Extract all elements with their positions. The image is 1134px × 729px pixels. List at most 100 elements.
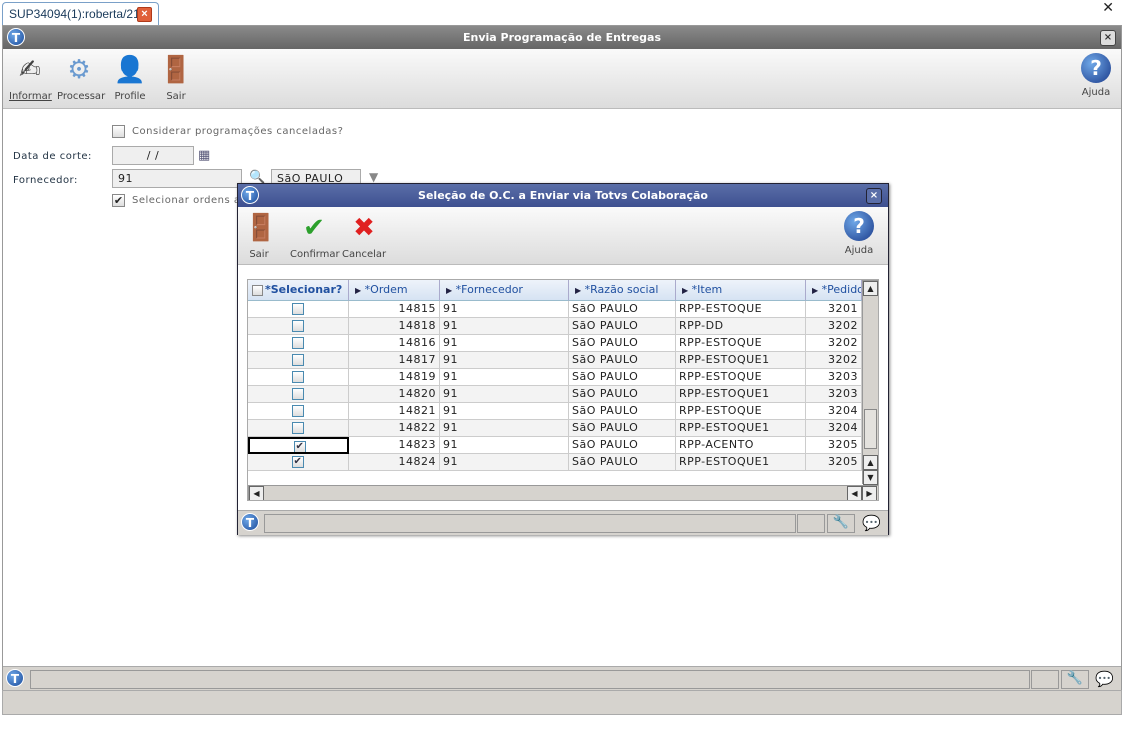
select-cell[interactable] [248, 420, 349, 437]
cell-ordem[interactable]: 14823 [349, 437, 440, 454]
select-cell[interactable] [248, 318, 349, 335]
cell-item[interactable]: RPP-ESTOQUE [676, 335, 806, 352]
cell-razao[interactable]: SãO PAULO [569, 352, 676, 369]
cell-razao[interactable]: SãO PAULO [569, 301, 676, 318]
select-cell[interactable]: ✔ [248, 437, 349, 454]
cell-ordem[interactable]: 14821 [349, 403, 440, 420]
cell-pedido[interactable]: 3203 [806, 386, 862, 403]
scroll-down-arrow[interactable]: ▼ [863, 470, 878, 485]
cell-item[interactable]: RPP-DD [676, 318, 806, 335]
cell-item[interactable]: RPP-ESTOQUE [676, 403, 806, 420]
cell-razao[interactable]: SãO PAULO [569, 318, 676, 335]
cell-pedido[interactable]: 3205 [806, 454, 862, 471]
cell-forn[interactable]: 91 [440, 454, 569, 471]
cell-ordem[interactable]: 14822 [349, 420, 440, 437]
tools-keyboard-icon[interactable]: 🔧 [827, 514, 855, 533]
dialog-close-button[interactable]: × [866, 188, 882, 204]
table-row[interactable]: 14819 91 SãO PAULO RPP-ESTOQUE 3203 [248, 369, 862, 386]
cell-razao[interactable]: SãO PAULO [569, 437, 676, 454]
row-select-checkbox[interactable] [292, 422, 304, 434]
row-select-checkbox[interactable]: ✔ [292, 456, 304, 468]
cell-pedido[interactable]: 3202 [806, 352, 862, 369]
table-row[interactable]: 14821 91 SãO PAULO RPP-ESTOQUE 3204 [248, 403, 862, 420]
row-select-checkbox[interactable] [292, 303, 304, 315]
select-cell[interactable] [248, 301, 349, 318]
table-row[interactable]: ✔ 14823 91 SãO PAULO RPP-ACENTO 3205 [248, 437, 862, 454]
column-header-item[interactable]: ▶ *Item [676, 280, 806, 301]
cell-forn[interactable]: 91 [440, 403, 569, 420]
cell-ordem[interactable]: 14816 [349, 335, 440, 352]
cell-ordem[interactable]: 14815 [349, 301, 440, 318]
row-select-checkbox[interactable] [292, 371, 304, 383]
help-button[interactable]: ? Ajuda [1079, 53, 1113, 98]
cell-razao[interactable]: SãO PAULO [569, 369, 676, 386]
select-orders-checkbox[interactable]: ✔ [112, 194, 125, 207]
calendar-icon[interactable]: ▦ [198, 148, 210, 163]
row-select-checkbox[interactable] [292, 405, 304, 417]
table-row[interactable]: 14815 91 SãO PAULO RPP-ESTOQUE 3201 [248, 301, 862, 318]
cell-forn[interactable]: 91 [440, 301, 569, 318]
cancel-programs-checkbox[interactable] [112, 125, 125, 138]
vertical-scrollbar[interactable]: ▲ ▲ ▼ [862, 280, 878, 485]
scroll-up-arrow-2[interactable]: ▲ [863, 455, 878, 470]
tab-session[interactable]: SUP34094(1):roberta/21 × [2, 2, 159, 25]
column-header-razao[interactable]: ▶ *Razão social [569, 280, 676, 301]
cell-pedido[interactable]: 3205 [806, 437, 862, 454]
cell-forn[interactable]: 91 [440, 369, 569, 386]
cell-razao[interactable]: SãO PAULO [569, 420, 676, 437]
main-close-button[interactable]: × [1100, 30, 1116, 46]
cell-razao[interactable]: SãO PAULO [569, 335, 676, 352]
select-cell[interactable]: ✔ [248, 454, 349, 471]
row-select-checkbox[interactable] [292, 354, 304, 366]
profile-button[interactable]: 👤 Profile [109, 53, 151, 102]
row-select-checkbox[interactable]: ✔ [294, 441, 306, 452]
select-cell[interactable] [248, 335, 349, 352]
select-cell[interactable] [248, 369, 349, 386]
cell-ordem[interactable]: 14820 [349, 386, 440, 403]
cell-forn[interactable]: 91 [440, 437, 569, 454]
cell-pedido[interactable]: 3204 [806, 403, 862, 420]
cell-item[interactable]: RPP-ESTOQUE [676, 369, 806, 386]
cell-pedido[interactable]: 3204 [806, 420, 862, 437]
chat-icon[interactable]: 💬 [862, 514, 881, 532]
cell-item[interactable]: RPP-ACENTO [676, 437, 806, 454]
column-header-ordem[interactable]: ▶ *Ordem [349, 280, 440, 301]
processar-button[interactable]: ⚙ Processar [57, 53, 105, 102]
table-row[interactable]: 14822 91 SãO PAULO RPP-ESTOQUE1 3204 [248, 420, 862, 437]
chat-icon[interactable]: 💬 [1095, 670, 1114, 688]
date-input[interactable]: / / [112, 146, 194, 165]
dialog-sair-button[interactable]: 🚪 Sair [244, 211, 277, 260]
table-row[interactable]: 14818 91 SãO PAULO RPP-DD 3202 [248, 318, 862, 335]
scroll-left-arrow[interactable]: ◀ [249, 486, 264, 500]
informar-button[interactable]: ✍ Informar [9, 53, 52, 102]
scroll-left-arrow-2[interactable]: ◀ [847, 486, 862, 500]
cell-forn[interactable]: 91 [440, 335, 569, 352]
window-close-icon[interactable]: ✕ [1102, 0, 1114, 16]
cell-ordem[interactable]: 14819 [349, 369, 440, 386]
tools-keyboard-icon[interactable]: 🔧 [1061, 670, 1089, 689]
select-cell[interactable] [248, 386, 349, 403]
cancelar-button[interactable]: ✖ Cancelar [342, 211, 386, 260]
cell-pedido[interactable]: 3202 [806, 318, 862, 335]
scroll-right-arrow[interactable]: ▶ [862, 486, 877, 500]
tab-close-icon[interactable]: × [137, 7, 152, 22]
filter-icon[interactable]: ▼ [369, 170, 378, 184]
cell-pedido[interactable]: 3202 [806, 335, 862, 352]
cell-ordem[interactable]: 14824 [349, 454, 440, 471]
cell-razao[interactable]: SãO PAULO [569, 403, 676, 420]
scroll-up-arrow[interactable]: ▲ [863, 281, 878, 296]
table-row[interactable]: 14817 91 SãO PAULO RPP-ESTOQUE1 3202 [248, 352, 862, 369]
cell-forn[interactable]: 91 [440, 318, 569, 335]
row-select-checkbox[interactable] [292, 337, 304, 349]
cell-item[interactable]: RPP-ESTOQUE1 [676, 420, 806, 437]
cell-item[interactable]: RPP-ESTOQUE [676, 301, 806, 318]
cell-ordem[interactable]: 14818 [349, 318, 440, 335]
cell-pedido[interactable]: 3203 [806, 369, 862, 386]
cell-item[interactable]: RPP-ESTOQUE1 [676, 352, 806, 369]
cell-item[interactable]: RPP-ESTOQUE1 [676, 386, 806, 403]
select-all-checkbox[interactable] [252, 284, 263, 296]
column-header-selecionar[interactable]: *Selecionar? [248, 280, 349, 301]
sair-button[interactable]: 🚪 Sair [159, 53, 193, 102]
cell-forn[interactable]: 91 [440, 386, 569, 403]
column-header-forn[interactable]: ▶ *Fornecedor [440, 280, 569, 301]
